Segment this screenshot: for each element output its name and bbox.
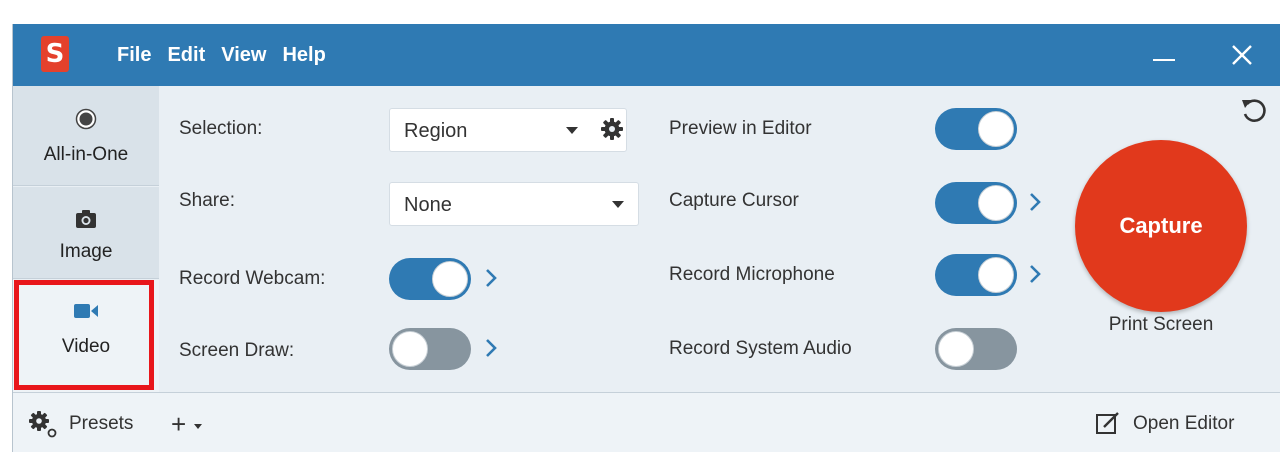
selection-value: Region <box>404 120 468 142</box>
record-webcam-options-button[interactable] <box>485 268 497 293</box>
record-webcam-label: Record Webcam: <box>179 268 326 289</box>
screen-draw-options-button[interactable] <box>485 338 497 363</box>
share-dropdown[interactable]: None <box>389 182 639 226</box>
chevron-down-icon <box>194 424 203 430</box>
toggle-knob <box>978 111 1014 147</box>
selection-settings-button[interactable] <box>601 118 623 145</box>
toggle-knob <box>978 185 1014 221</box>
menu-help[interactable]: Help <box>282 44 325 67</box>
chevron-down-icon <box>612 201 624 208</box>
selection-highlight-box <box>14 280 154 390</box>
title-bar: S File Edit View Help <box>13 24 1280 86</box>
menu-bar: File Edit View Help <box>117 24 342 86</box>
menu-edit[interactable]: Edit <box>167 44 205 67</box>
record-microphone-label: Record Microphone <box>669 264 835 285</box>
minimize-button[interactable] <box>1139 24 1189 86</box>
record-webcam-toggle[interactable] <box>389 258 471 300</box>
camera-icon <box>76 210 96 228</box>
chevron-down-icon <box>566 127 578 134</box>
tab-all-in-one-label: All-in-One <box>43 144 129 165</box>
share-label: Share: <box>179 190 235 211</box>
presets-button[interactable] <box>27 409 63 444</box>
record-system-audio-toggle[interactable] <box>935 328 1017 370</box>
chevron-right-icon <box>486 339 497 357</box>
capture-button[interactable]: Capture <box>1075 140 1247 312</box>
add-icon: + <box>171 409 187 439</box>
bottom-bar: Presets + Open Editor <box>13 392 1280 452</box>
minimize-icon <box>1153 59 1175 61</box>
menu-view[interactable]: View <box>221 44 266 67</box>
open-editor-label[interactable]: Open Editor <box>1133 413 1234 435</box>
snagit-capture-window: S File Edit View Help All-in-One Image V… <box>12 24 1280 452</box>
record-microphone-options-button[interactable] <box>1029 264 1041 289</box>
preview-in-editor-toggle[interactable] <box>935 108 1017 150</box>
capture-cursor-options-button[interactable] <box>1029 192 1041 217</box>
chevron-right-icon <box>486 269 497 287</box>
screen-draw-toggle[interactable] <box>389 328 471 370</box>
reset-icon <box>1242 99 1266 122</box>
tab-all-in-one[interactable]: All-in-One <box>13 86 159 186</box>
gear-icon <box>601 118 623 140</box>
toggle-knob <box>432 261 468 297</box>
chevron-right-icon <box>1030 193 1041 211</box>
reset-button[interactable] <box>1239 96 1269 131</box>
presets-label[interactable]: Presets <box>69 413 133 435</box>
close-button[interactable] <box>1217 24 1267 86</box>
edit-icon <box>1096 412 1119 434</box>
record-microphone-toggle[interactable] <box>935 254 1017 296</box>
add-preset-button[interactable]: + <box>171 409 203 440</box>
capture-cursor-label: Capture Cursor <box>669 190 799 211</box>
gear-icon <box>29 411 57 438</box>
toggle-knob <box>978 257 1014 293</box>
close-icon <box>1232 45 1252 65</box>
capture-mode-tabs: All-in-One Image Video <box>13 86 159 392</box>
tab-image[interactable]: Image <box>13 187 159 279</box>
chevron-right-icon <box>1030 265 1041 283</box>
screen-draw-label: Screen Draw: <box>179 340 295 361</box>
selection-label: Selection: <box>179 118 263 139</box>
selection-dropdown[interactable]: Region <box>389 108 627 152</box>
app-logo: S <box>41 36 69 72</box>
tab-image-label: Image <box>59 241 113 262</box>
toggle-knob <box>938 331 974 367</box>
toggle-knob <box>392 331 428 367</box>
preview-in-editor-label: Preview in Editor <box>669 118 812 139</box>
open-editor-button[interactable] <box>1095 411 1121 440</box>
record-dot-icon <box>75 108 97 130</box>
menu-file[interactable]: File <box>117 44 151 67</box>
capture-cursor-toggle[interactable] <box>935 182 1017 224</box>
share-value: None <box>404 194 452 216</box>
record-system-audio-label: Record System Audio <box>669 338 852 359</box>
capture-hotkey-label[interactable]: Print Screen <box>1075 314 1247 336</box>
